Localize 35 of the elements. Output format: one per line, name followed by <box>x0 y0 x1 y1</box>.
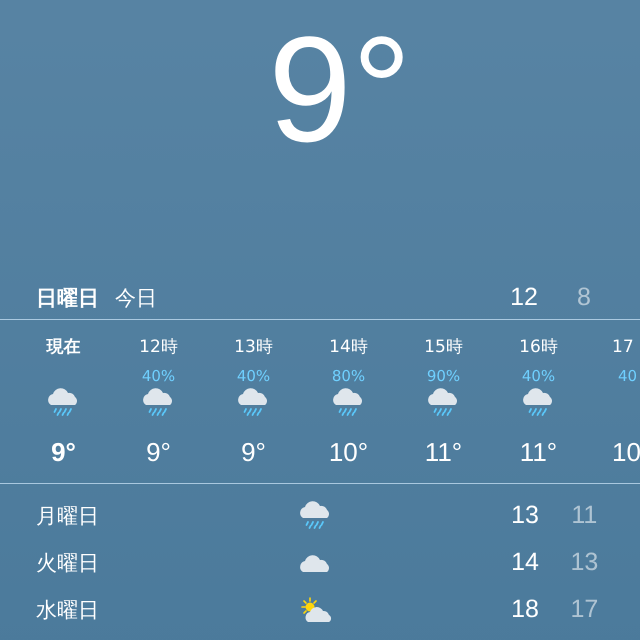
low-temperature: 17 <box>569 595 600 624</box>
precipitation-chance: 80% <box>332 366 366 387</box>
hour-label: 16時 <box>519 336 558 359</box>
hour-temperature: 11° <box>520 437 558 468</box>
hour-temperature: 10 <box>612 437 640 468</box>
hour-label: 12時 <box>139 336 178 359</box>
hour-label: 現在 <box>46 336 80 359</box>
hour-temperature: 9° <box>51 437 76 468</box>
hour-temperature: 10° <box>328 437 368 468</box>
today-label: 今日 <box>115 284 157 312</box>
sun-cloud-icon <box>299 594 334 624</box>
low-temperature: 13 <box>569 548 600 577</box>
hour-label: 17 <box>612 336 634 359</box>
low-temperature: 8 <box>576 283 592 312</box>
high-temperature: 14 <box>510 548 540 577</box>
day-label: 水曜日 <box>36 596 100 624</box>
hour-label: 13時 <box>234 336 273 359</box>
day-label: 月曜日 <box>36 502 100 530</box>
high-temperature: 13 <box>510 501 540 530</box>
precipitation-chance: 90% <box>426 366 460 387</box>
hour-temperature: 11° <box>424 437 462 468</box>
hour-label: 15時 <box>424 336 463 359</box>
precipitation-chance: 40% <box>142 366 176 387</box>
precipitation-chance: 40% <box>236 366 270 387</box>
day-label: 火曜日 <box>36 550 100 576</box>
hour-temperature: 9° <box>241 437 266 468</box>
day-label: 日曜日 <box>36 284 99 312</box>
precipitation-chance: 40% <box>522 366 556 387</box>
hour-temperature: 9° <box>146 437 171 468</box>
high-temperature: 18 <box>510 595 540 624</box>
current-temperature: 9° <box>267 14 412 175</box>
low-temperature: 11 <box>570 501 598 530</box>
precipitation-chance: 40 <box>617 366 638 387</box>
hour-label: 14時 <box>329 336 368 359</box>
high-temperature: 12 <box>509 283 539 312</box>
